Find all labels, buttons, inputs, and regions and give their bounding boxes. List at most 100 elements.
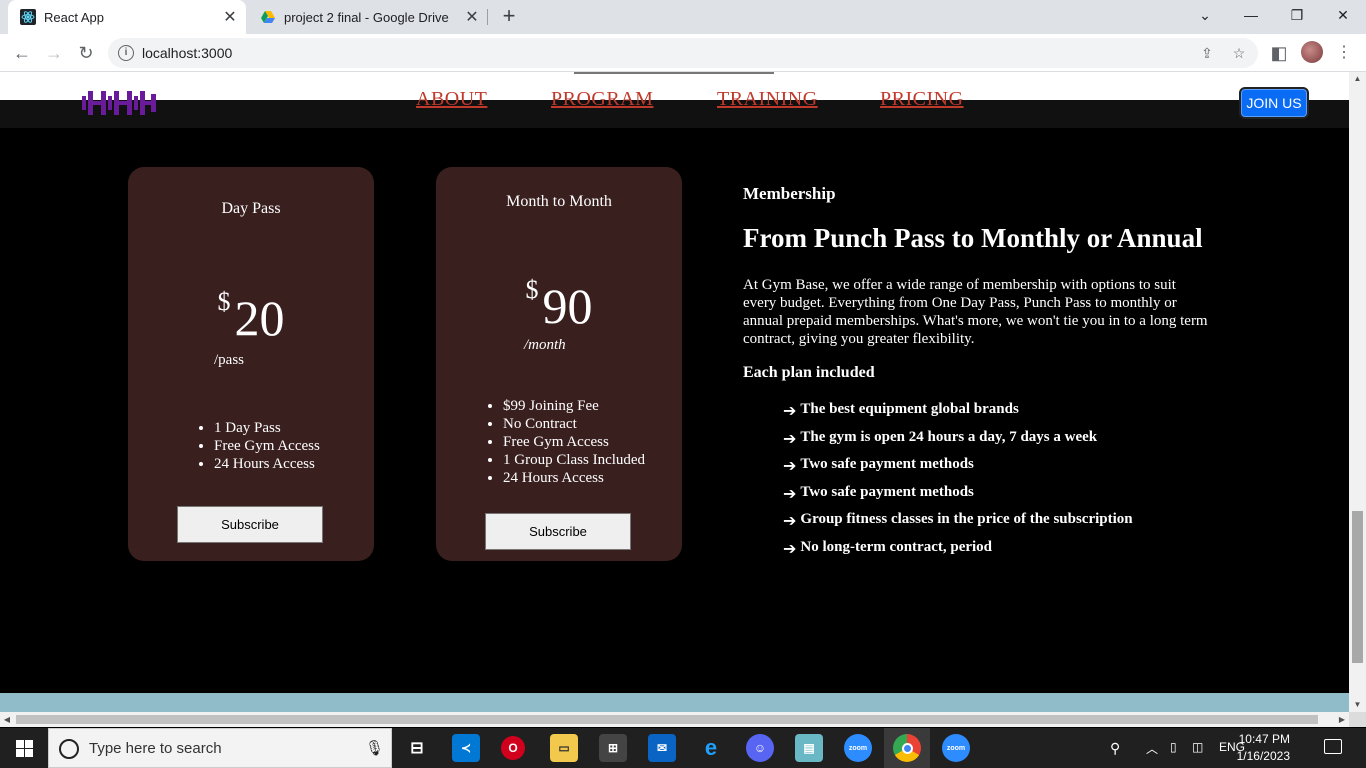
membership-info: Membership From Punch Pass to Monthly or…	[743, 184, 1213, 567]
subscribe-button[interactable]: Subscribe	[177, 506, 323, 543]
list-item: ➔ No long-term contract, period	[783, 538, 993, 558]
notification-icon[interactable]	[1324, 739, 1342, 754]
list-item: Free Gym Access	[503, 433, 645, 451]
edge-icon[interactable]: e	[697, 734, 725, 762]
horizontal-scrollbar[interactable]: ◀ ▶	[0, 712, 1349, 727]
minimize-icon[interactable]: —	[1228, 0, 1274, 30]
zoom-icon[interactable]: zoom	[844, 734, 872, 762]
bookmark-star-icon[interactable]: ☆	[1230, 45, 1248, 63]
list-item: ➔ Group fitness classes in the price of t…	[783, 511, 1133, 531]
chrome-icon[interactable]	[893, 734, 921, 762]
pricing-card-day-pass: Day Pass $20 /pass 1 Day Pass Free Gym A…	[128, 167, 374, 561]
google-drive-icon	[260, 9, 276, 25]
list-item: $99 Joining Fee	[503, 397, 645, 415]
network-icon[interactable]: ◫	[1192, 740, 1203, 754]
back-arrow-icon[interactable]: ←	[9, 40, 35, 66]
list-item: 24 Hours Access	[214, 455, 320, 473]
notepad-icon[interactable]: ▤	[795, 734, 823, 762]
arrow-right-icon: ➔	[783, 483, 797, 503]
list-item: ➔ Two safe payment methods	[783, 483, 974, 503]
nav-link-training[interactable]: TRAINING	[717, 88, 818, 111]
forward-arrow-icon[interactable]: →	[41, 40, 67, 66]
arrow-right-icon: ➔	[783, 538, 797, 558]
plan-price: $20	[128, 289, 374, 346]
microsoft-store-icon[interactable]: ⊞	[599, 734, 627, 762]
search-placeholder: Type here to search	[89, 740, 222, 757]
address-bar[interactable]: i localhost:3000 ⇪ ☆	[108, 38, 1258, 68]
tab-title: React App	[44, 9, 104, 25]
section-body: At Gym Base, we offer a wide range of me…	[743, 277, 1208, 347]
restore-icon[interactable]: ❐	[1274, 0, 1320, 30]
tab-react-app[interactable]: React App ✕	[8, 0, 246, 34]
list-item: Free Gym Access	[214, 437, 320, 455]
tab-separator	[487, 9, 488, 25]
close-icon[interactable]: ✕	[462, 7, 482, 27]
people-icon[interactable]: ⚲	[1110, 740, 1120, 757]
side-panel-icon[interactable]: ◧	[1266, 40, 1292, 66]
site-header-bottom	[0, 100, 1349, 128]
price-amount: 20	[234, 290, 285, 346]
list-item: ➔ Two safe payment methods	[783, 456, 974, 476]
tab-search-chevron-icon[interactable]: ⌄	[1182, 0, 1228, 30]
list-item: ➔ The best equipment global brands	[783, 401, 1019, 420]
price-amount: 90	[542, 278, 593, 334]
pricing-card-month-to-month: Month to Month $90 /month $99 Joining Fe…	[436, 167, 682, 561]
list-item: 1 Day Pass	[214, 419, 320, 437]
perks-list: ➔ The best equipment global brands ➔ The g…	[783, 401, 1213, 567]
zoom-icon[interactable]: zoom	[942, 734, 970, 762]
share-icon[interactable]: ⇪	[1198, 45, 1216, 63]
profile-avatar[interactable]	[1301, 41, 1323, 63]
microphone-icon[interactable]: 🎙	[365, 739, 384, 757]
gym-logo-icon[interactable]	[80, 88, 160, 118]
battery-icon[interactable]: ▯	[1170, 740, 1177, 754]
list-item: 1 Group Class Included	[503, 451, 645, 469]
join-us-button[interactable]: JOIN US	[1239, 87, 1309, 119]
file-explorer-icon[interactable]: ▭	[550, 734, 578, 762]
subscribe-button[interactable]: Subscribe	[485, 513, 631, 550]
plan-includes-heading: Each plan included	[743, 364, 875, 381]
divider	[574, 72, 774, 74]
site-info-icon[interactable]: i	[118, 45, 134, 61]
chevron-up-icon[interactable]: ︿	[1146, 740, 1158, 757]
kebab-menu-icon[interactable]: ⋮	[1336, 42, 1352, 62]
scroll-up-icon[interactable]: ▲	[1349, 72, 1366, 86]
scrollbar-thumb[interactable]	[16, 715, 1318, 724]
feature-list: $99 Joining Fee No Contract Free Gym Acc…	[485, 397, 645, 487]
reload-icon[interactable]: ↻	[73, 40, 99, 66]
opera-icon[interactable]: O	[501, 736, 525, 760]
scroll-right-icon[interactable]: ▶	[1335, 712, 1349, 727]
plan-title: Month to Month	[506, 193, 612, 210]
vscode-icon[interactable]: ≺	[452, 734, 480, 762]
section-headline: From Punch Pass to Monthly or Annual	[743, 223, 1203, 253]
discord-icon[interactable]: ☺	[746, 734, 774, 762]
list-item: No Contract	[503, 415, 645, 433]
mail-icon[interactable]: ✉	[648, 734, 676, 762]
scroll-down-icon[interactable]: ▼	[1349, 698, 1366, 712]
windows-start-icon[interactable]	[0, 728, 48, 768]
arrow-right-icon: ➔	[783, 401, 797, 420]
nav-link-pricing[interactable]: PRICING	[880, 88, 964, 111]
close-icon[interactable]: ✕	[220, 7, 240, 27]
currency-symbol: $	[525, 275, 539, 304]
tab-google-drive[interactable]: project 2 final - Google Drive ✕	[248, 0, 488, 34]
plan-period: /pass	[214, 352, 244, 368]
taskbar-search-input[interactable]: Type here to search 🎙	[48, 728, 392, 768]
task-view-icon[interactable]: ⊟	[403, 734, 431, 762]
list-item: ➔ The gym is open 24 hours a day, 7 days …	[783, 428, 1098, 448]
window-close-icon[interactable]: ✕	[1320, 0, 1366, 30]
currency-symbol: $	[217, 287, 231, 316]
site-header-top	[0, 72, 1349, 100]
arrow-right-icon: ➔	[783, 511, 797, 531]
page-viewport: ABOUT PROGRAM TRAINING PRICING JOIN US D…	[0, 72, 1349, 712]
nav-link-about[interactable]: ABOUT	[416, 88, 487, 111]
scrollbar-thumb[interactable]	[1352, 511, 1363, 663]
scroll-left-icon[interactable]: ◀	[0, 712, 14, 727]
nav-link-program[interactable]: PROGRAM	[551, 88, 653, 111]
feature-list: 1 Day Pass Free Gym Access 24 Hours Acce…	[196, 419, 320, 473]
vertical-scrollbar[interactable]: ▲ ▼	[1349, 72, 1366, 712]
new-tab-plus-icon[interactable]: +	[497, 5, 521, 29]
react-icon	[20, 9, 36, 25]
clock-date: 1/16/2023	[1236, 749, 1290, 763]
system-clock[interactable]: 10:47 PM 1/16/2023	[1222, 731, 1290, 765]
footer-strip	[0, 693, 1349, 712]
